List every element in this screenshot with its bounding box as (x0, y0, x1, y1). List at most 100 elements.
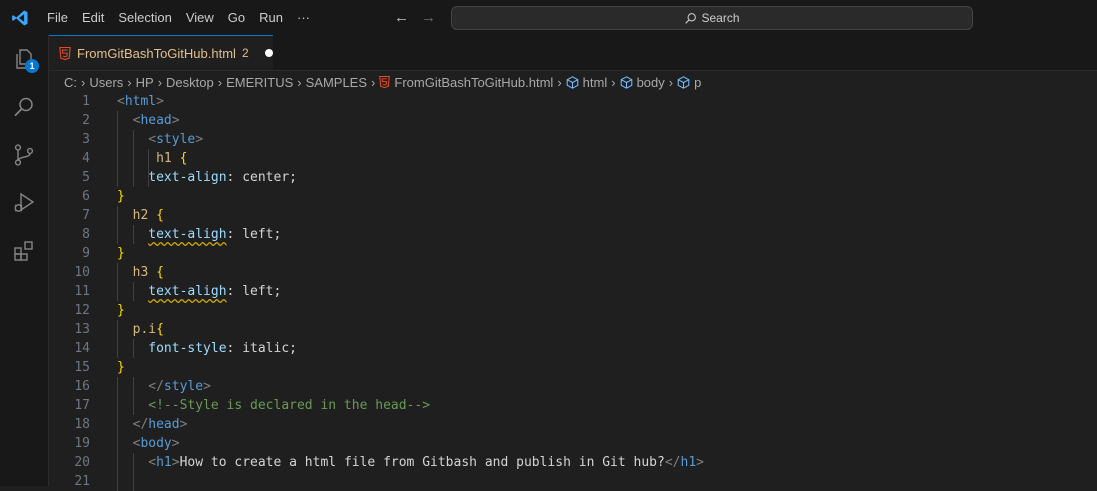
run-debug-icon[interactable] (0, 179, 48, 227)
code-content[interactable]: <h1>How to create a html file from Gitba… (148, 453, 704, 472)
line-number[interactable]: 5 (49, 168, 90, 187)
indent-guide (117, 453, 118, 472)
menu-run[interactable]: Run (252, 0, 290, 35)
code-line[interactable]: 16 </style> (49, 377, 1097, 396)
breadcrumb-users[interactable]: Users (89, 75, 123, 90)
arrow-right-icon[interactable]: → (421, 9, 436, 26)
code-line[interactable]: 21 (49, 472, 1097, 491)
code-editor[interactable]: 1 <html> 2 <head> 3 <style> 4 h1 {5 text-align: … (49, 92, 1097, 491)
line-number[interactable]: 16 (49, 377, 90, 396)
indent-guide (117, 377, 118, 396)
unsaved-changes-dot-icon[interactable] (264, 49, 273, 57)
code-line[interactable]: 17 <!--Style is declared in the head--> (49, 396, 1097, 415)
code-content[interactable]: <head> (133, 111, 180, 130)
menu-edit[interactable]: Edit (75, 0, 111, 35)
menu-view[interactable]: View (179, 0, 221, 35)
code-content[interactable]: <!--Style is declared in the head--> (148, 396, 430, 415)
menu-go[interactable]: Go (221, 0, 252, 35)
line-number[interactable]: 20 (49, 453, 90, 472)
command-center-search[interactable]: Search (451, 6, 973, 30)
misspelled-token: text-aligh (148, 227, 227, 242)
line-number[interactable]: 15 (49, 358, 90, 377)
code-line[interactable]: 18 </head> (49, 415, 1097, 434)
breadcrumb-samples[interactable]: SAMPLES (306, 75, 367, 90)
misspelled-token: text-aligh (148, 284, 227, 299)
code-line[interactable]: 3 <style> (49, 130, 1097, 149)
breadcrumb-symbol-html[interactable]: html (566, 74, 608, 90)
code-content[interactable]: h2 { (133, 206, 164, 225)
line-number[interactable]: 1 (49, 92, 90, 111)
menu-more[interactable]: ··· (290, 0, 317, 35)
explorer-icon[interactable]: 1 (0, 35, 48, 83)
code-line[interactable]: 13 p.i{ (49, 320, 1097, 339)
code-token: { (156, 208, 164, 223)
line-number[interactable]: 8 (49, 225, 90, 244)
line-number[interactable]: 6 (49, 187, 90, 206)
code-line[interactable]: 6} (49, 187, 1097, 206)
code-content[interactable]: } (117, 358, 125, 377)
line-number[interactable]: 3 (49, 130, 90, 149)
code-line[interactable]: 4 h1 { (49, 149, 1097, 168)
search-icon[interactable] (0, 83, 48, 131)
code-line[interactable]: 8 text-aligh: left; (49, 225, 1097, 244)
breadcrumb-drive[interactable]: C: (64, 75, 77, 90)
source-control-icon[interactable] (0, 131, 48, 179)
breadcrumb-symbol-body[interactable]: body (620, 75, 665, 90)
line-number[interactable]: 13 (49, 320, 90, 339)
menu-selection[interactable]: Selection (111, 0, 178, 35)
code-content[interactable]: p.i{ (133, 320, 164, 339)
code-line[interactable]: 11 text-aligh: left; (49, 282, 1097, 301)
line-number[interactable]: 4 (49, 149, 90, 168)
breadcrumb-symbol-label: html (582, 74, 608, 90)
code-content[interactable]: h1 { (156, 149, 187, 168)
line-number[interactable]: 17 (49, 396, 90, 415)
line-number[interactable]: 21 (49, 472, 90, 491)
indent-guide (132, 168, 134, 187)
code-content[interactable]: text-aligh: left; (148, 225, 281, 244)
code-content[interactable]: font-style: italic; (148, 339, 297, 358)
arrow-left-icon[interactable]: ← (394, 9, 409, 26)
code-line[interactable]: 1 <html> (49, 92, 1097, 111)
breadcrumb-file[interactable]: FromGitBashToGitHub.html (379, 75, 553, 90)
code-line[interactable]: 10 h3 { (49, 263, 1097, 282)
code-content[interactable]: text-aligh: left; (148, 282, 281, 301)
activity-bar: 1 (0, 35, 49, 486)
code-line[interactable]: 7 h2 { (49, 206, 1097, 225)
code-line[interactable]: 20 <h1>How to create a html file from Git… (49, 453, 1097, 472)
menu-file[interactable]: File (40, 0, 75, 35)
breadcrumb-emeritus[interactable]: EMERITUS (226, 75, 293, 90)
code-content[interactable]: <style> (148, 130, 203, 149)
code-content[interactable]: </style> (148, 377, 211, 396)
code-line[interactable]: 9} (49, 244, 1097, 263)
line-number[interactable]: 12 (49, 301, 90, 320)
breadcrumb-desktop[interactable]: Desktop (166, 75, 214, 90)
code-content[interactable]: </head> (133, 415, 188, 434)
line-number[interactable]: 10 (49, 263, 90, 282)
code-line[interactable]: 14 font-style: italic; (49, 339, 1097, 358)
line-number[interactable]: 11 (49, 282, 90, 301)
code-content[interactable]: h3 { (133, 263, 164, 282)
code-content[interactable]: text-align: center; (148, 168, 297, 187)
line-number[interactable]: 2 (49, 111, 90, 130)
code-content[interactable]: } (117, 244, 125, 263)
code-token: h1 (156, 455, 172, 470)
code-token: h1 (680, 455, 697, 470)
line-number[interactable]: 9 (49, 244, 90, 263)
line-number[interactable]: 19 (49, 434, 90, 453)
extensions-icon[interactable] (0, 227, 48, 275)
code-content[interactable]: } (117, 187, 125, 206)
code-line[interactable]: 15} (49, 358, 1097, 377)
code-line[interactable]: 19 <body> (49, 434, 1097, 453)
breadcrumb-symbol-p[interactable]: p (677, 75, 701, 90)
breadcrumb-hp[interactable]: HP (136, 75, 154, 90)
code-content[interactable]: <body> (133, 434, 180, 453)
line-number[interactable]: 7 (49, 206, 90, 225)
tab-fromgitbashtogithub[interactable]: FromGitBashToGitHub.html 2 (49, 35, 273, 70)
code-content[interactable]: } (117, 301, 125, 320)
code-line[interactable]: 5 text-align: center; (49, 168, 1097, 187)
line-number[interactable]: 14 (49, 339, 90, 358)
code-line[interactable]: 2 <head> (49, 111, 1097, 130)
code-content[interactable]: <html> (117, 92, 164, 111)
line-number[interactable]: 18 (49, 415, 90, 434)
code-line[interactable]: 12} (49, 301, 1097, 320)
